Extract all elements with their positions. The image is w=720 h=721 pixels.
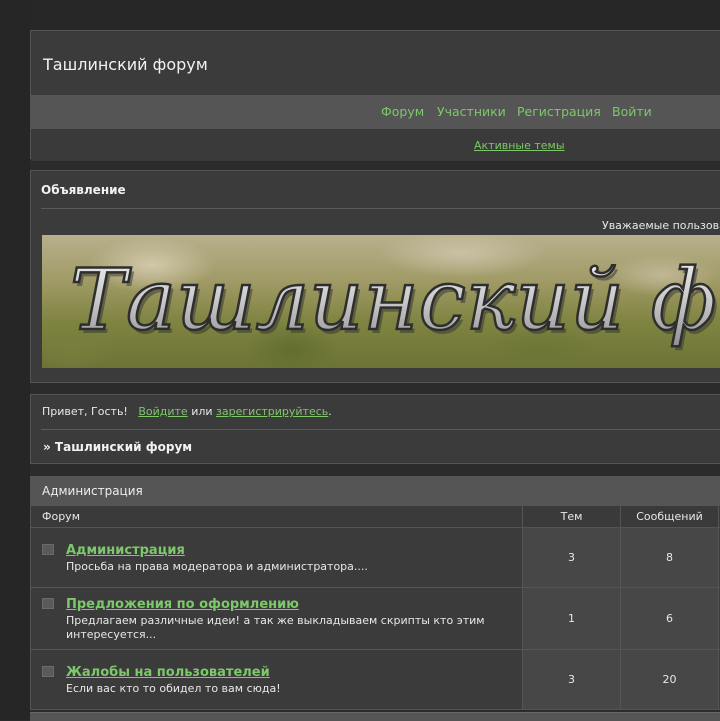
site-header: Ташлинский форум Форум Участники Регистр… (30, 30, 720, 161)
nav-members[interactable]: Участники (437, 104, 506, 119)
active-topics-link[interactable]: Активные темы (474, 139, 565, 152)
forum-read-icon (42, 544, 54, 555)
column-header-posts: Сообщений (620, 505, 718, 527)
forum-description: Просьба на права модератора и администра… (66, 560, 368, 573)
posts-cell: 6 (620, 587, 718, 649)
announcement-panel: Объявление Уважаемые пользова Ташлинский… (30, 170, 720, 383)
forum-link[interactable]: Администрация (66, 543, 185, 558)
category-title: Администрация (42, 484, 143, 498)
forum-row[interactable]: Предложения по оформлению Предлагаем раз… (31, 587, 720, 649)
forum-info-cell: Жалобы на пользователей Если вас кто то … (31, 649, 522, 709)
forum-row[interactable]: Администрация Просьба на права модератор… (31, 527, 720, 587)
topics-cell: 1 (522, 587, 620, 649)
or-text: или (191, 405, 213, 418)
top-band (0, 0, 720, 30)
forum-description: Предлагаем различные идеи! а так же выкл… (66, 614, 485, 641)
nav-forum[interactable]: Форум (381, 104, 424, 119)
forum-info-cell: Администрация Просьба на права модератор… (31, 527, 522, 587)
posts-cell: 8 (620, 527, 718, 587)
forum-row[interactable]: Жалобы на пользователей Если вас кто то … (31, 649, 720, 709)
register-link[interactable]: зарегистрируйтесь (216, 405, 328, 418)
posts-count: 20 (662, 673, 677, 686)
announcement-title: Объявление (41, 183, 126, 197)
forum-read-icon (42, 666, 54, 677)
left-band (0, 0, 30, 720)
topics-cell: 3 (522, 649, 620, 709)
column-header-topics: Тем (522, 505, 620, 527)
divider (41, 429, 720, 430)
forum-banner: Ташлинский ф Ташлинский ф (42, 235, 720, 368)
forum-description: Если вас кто то обидел то вам сюда! (66, 682, 281, 695)
guest-greeting: Привет, Гость! Войдите или зарегистрируй… (42, 405, 332, 418)
posts-count: 8 (666, 551, 673, 564)
banner-logo: Ташлинский ф Ташлинский ф (69, 250, 720, 353)
sub-nav: Активные темы (31, 128, 720, 161)
login-link[interactable]: Войдите (138, 405, 187, 418)
main-nav: Форум Участники Регистрация Войти (31, 95, 720, 128)
category-header[interactable]: Администрация (31, 477, 720, 505)
forum-link[interactable]: Жалобы на пользователей (66, 665, 270, 680)
divider (41, 208, 720, 209)
nav-login[interactable]: Войти (612, 104, 652, 119)
announcement-text: Уважаемые пользова (602, 219, 720, 232)
banner-text: Ташлинский ф (70, 251, 716, 349)
forum-category-admin: Администрация Форум Тем Сообщений Админи… (30, 476, 720, 710)
welcome-panel: Привет, Гость! Войдите или зарегистрируй… (30, 394, 720, 464)
topics-cell: 3 (522, 527, 620, 587)
forum-link[interactable]: Предложения по оформлению (66, 597, 299, 612)
posts-cell: 20 (620, 649, 718, 709)
greeting-text: Привет, Гость! (42, 405, 128, 418)
breadcrumb[interactable]: » Ташлинский форум (43, 440, 192, 454)
column-header-forum: Форум (31, 505, 522, 527)
topics-count: 3 (568, 673, 575, 686)
forum-read-icon (42, 598, 54, 609)
site-title: Ташлинский форум (43, 55, 208, 74)
period: . (328, 405, 332, 418)
topics-count: 1 (568, 612, 575, 625)
forum-info-cell: Предложения по оформлению Предлагаем раз… (31, 587, 522, 649)
topics-count: 3 (568, 551, 575, 564)
posts-count: 6 (666, 612, 673, 625)
nav-register[interactable]: Регистрация (517, 104, 601, 119)
